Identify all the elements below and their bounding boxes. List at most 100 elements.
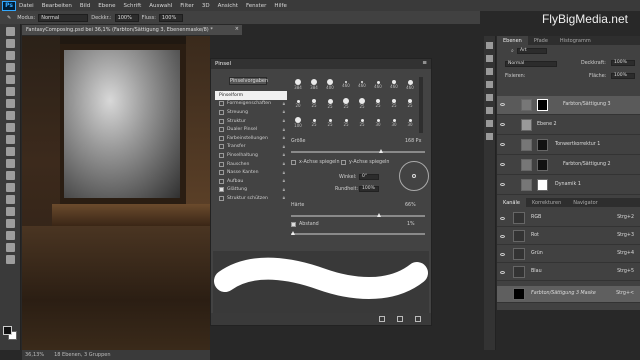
move-tool-icon[interactable]: [6, 27, 15, 36]
brush-option-struktur-schuetzen[interactable]: Struktur schützen 🔒︎: [215, 194, 287, 203]
shape-tool-icon[interactable]: [6, 231, 15, 240]
brush-tip-preset[interactable]: 25: [355, 94, 369, 109]
brush-tool-icon[interactable]: [6, 111, 15, 120]
layer-row[interactable]: Ebene 2: [497, 116, 640, 135]
checkbox[interactable]: [219, 118, 224, 124]
hardness-slider-knob[interactable]: [377, 213, 381, 217]
layer-thumbnail[interactable]: [521, 119, 532, 131]
hardness-slider-track[interactable]: [291, 215, 425, 217]
checkbox[interactable]: [219, 152, 224, 158]
search-icon[interactable]: ⌕: [511, 48, 514, 54]
layer-mask-thumbnail[interactable]: [537, 99, 548, 111]
properties-icon[interactable]: [486, 55, 493, 62]
lock-icon[interactable]: 🔒︎: [283, 101, 285, 107]
lock-icon[interactable]: 🔒︎: [283, 144, 285, 150]
history-icon[interactable]: [486, 42, 493, 49]
checkbox[interactable]: [219, 195, 224, 201]
brush-panel-icon[interactable]: [486, 81, 493, 88]
menu-bild[interactable]: Bild: [80, 3, 90, 9]
visibility-eye-icon[interactable]: [500, 143, 505, 146]
layer-opacity-field[interactable]: 100%: [611, 60, 635, 66]
brush-tip-preset[interactable]: 460: [387, 75, 401, 89]
checkbox[interactable]: [219, 109, 224, 115]
toggle-preview-icon[interactable]: [379, 316, 385, 322]
visibility-eye-icon[interactable]: [500, 235, 505, 238]
brush-tip-preset[interactable]: 25: [323, 94, 337, 109]
tab-navigator[interactable]: Navigator: [567, 198, 603, 207]
brush-option-pinselhaltung[interactable]: Pinselhaltung 🔒︎: [215, 151, 287, 160]
menu-fenster[interactable]: Fenster: [246, 3, 266, 9]
eyedropper-tool-icon[interactable]: [6, 87, 15, 96]
dodge-tool-icon[interactable]: [6, 183, 15, 192]
gradient-tool-icon[interactable]: [6, 159, 15, 168]
lock-icon[interactable]: 🔒︎: [283, 109, 285, 115]
layer-row[interactable]: Dynamik 1: [497, 176, 640, 195]
brush-tip-preset[interactable]: 30: [371, 113, 385, 127]
visibility-eye-icon[interactable]: [500, 163, 505, 166]
brush-option-formeigenschaften[interactable]: Formeigenschaften 🔒︎: [215, 100, 287, 109]
healing-tool-icon[interactable]: [6, 99, 15, 108]
checkbox[interactable]: [219, 101, 224, 107]
brush-tip-preset[interactable]: 25: [307, 94, 321, 108]
character-icon[interactable]: [486, 107, 493, 114]
lock-icon[interactable]: 🔒︎: [283, 195, 285, 201]
opacity-field[interactable]: 100%: [114, 13, 139, 22]
panel-menu-icon[interactable]: ≡: [422, 60, 427, 66]
brush-option-nasse-kanten[interactable]: Nasse Kanten 🔒︎: [215, 168, 287, 177]
tab-korrekturen[interactable]: Korrekturen: [526, 198, 567, 207]
lock-icon[interactable]: 🔒︎: [283, 127, 285, 133]
brush-panel-header[interactable]: Pinsel ≡: [211, 59, 431, 69]
flip-x-checkbox[interactable]: [291, 160, 296, 165]
tab-pfade[interactable]: Pfade: [528, 36, 554, 45]
lock-icon[interactable]: 🔒︎: [283, 152, 285, 158]
menu-ansicht[interactable]: Ansicht: [218, 3, 238, 9]
brush-option-glaettung[interactable]: Glättung 🔒︎: [215, 186, 287, 195]
spacing-checkbox[interactable]: [291, 222, 296, 227]
visibility-eye-icon[interactable]: [500, 183, 505, 186]
mode-select[interactable]: Normal: [38, 13, 89, 22]
blend-mode-select[interactable]: Normal: [505, 61, 557, 67]
document-tab[interactable]: FantasyComposing.psd bei 36,1% (Farbton/…: [22, 25, 242, 35]
visibility-eye-icon[interactable]: [500, 253, 505, 256]
checkbox[interactable]: [219, 178, 224, 184]
brush-tip-preset[interactable]: 30: [403, 113, 417, 127]
spacing-slider-knob[interactable]: [291, 231, 295, 235]
menu-filter[interactable]: Filter: [180, 3, 194, 9]
brush-tip-preset[interactable]: 460: [339, 75, 353, 89]
menu-datei[interactable]: Datei: [19, 3, 34, 9]
tab-histogramm[interactable]: Histogramm: [554, 36, 597, 45]
angle-field[interactable]: 0°: [359, 174, 379, 180]
size-slider-knob[interactable]: [379, 149, 383, 153]
brush-tip-preset[interactable]: 460: [371, 75, 385, 89]
brush-angle-compass[interactable]: [399, 161, 429, 191]
spacing-slider-track[interactable]: [291, 233, 425, 235]
brush-tip-preset[interactable]: 25: [403, 94, 417, 108]
brush-option-dualer-pinsel[interactable]: Dualer Pinsel 🔒︎: [215, 125, 287, 134]
lock-icon[interactable]: 🔒︎: [283, 170, 285, 176]
stamp-tool-icon[interactable]: [6, 123, 15, 132]
tab-ebenen[interactable]: Ebenen: [497, 36, 528, 45]
tip-grid-scrollbar[interactable]: [419, 77, 423, 133]
paragraph-icon[interactable]: [486, 120, 493, 127]
lock-icon[interactable]: 🔒︎: [283, 135, 285, 141]
layer-mask-thumbnail[interactable]: [537, 159, 548, 171]
visibility-eye-icon[interactable]: [500, 271, 505, 274]
zoom-tool-icon[interactable]: [6, 255, 15, 264]
zoom-level[interactable]: 36,13%: [25, 352, 44, 360]
marquee-tool-icon[interactable]: [6, 39, 15, 48]
brush-tip-preset[interactable]: 25: [339, 94, 353, 109]
crop-tool-icon[interactable]: [6, 75, 15, 84]
brush-tool-icon[interactable]: ✎: [7, 15, 11, 21]
layer-mask-thumbnail[interactable]: [537, 179, 548, 191]
menu-bearbeiten[interactable]: Bearbeiten: [42, 3, 72, 9]
channel-row[interactable]: Grün Strg+4: [497, 246, 640, 263]
clone-source-icon[interactable]: [486, 94, 493, 101]
type-tool-icon[interactable]: [6, 207, 15, 216]
visibility-eye-icon[interactable]: [500, 103, 505, 106]
size-value[interactable]: 168 Px: [405, 139, 421, 144]
brush-tip-preset[interactable]: 384: [291, 75, 305, 90]
brush-tip-preset[interactable]: 30: [387, 113, 401, 127]
visibility-eye-icon[interactable]: [500, 123, 505, 126]
pen-tool-icon[interactable]: [6, 195, 15, 204]
lock-icon[interactable]: 🔒︎: [283, 187, 285, 193]
